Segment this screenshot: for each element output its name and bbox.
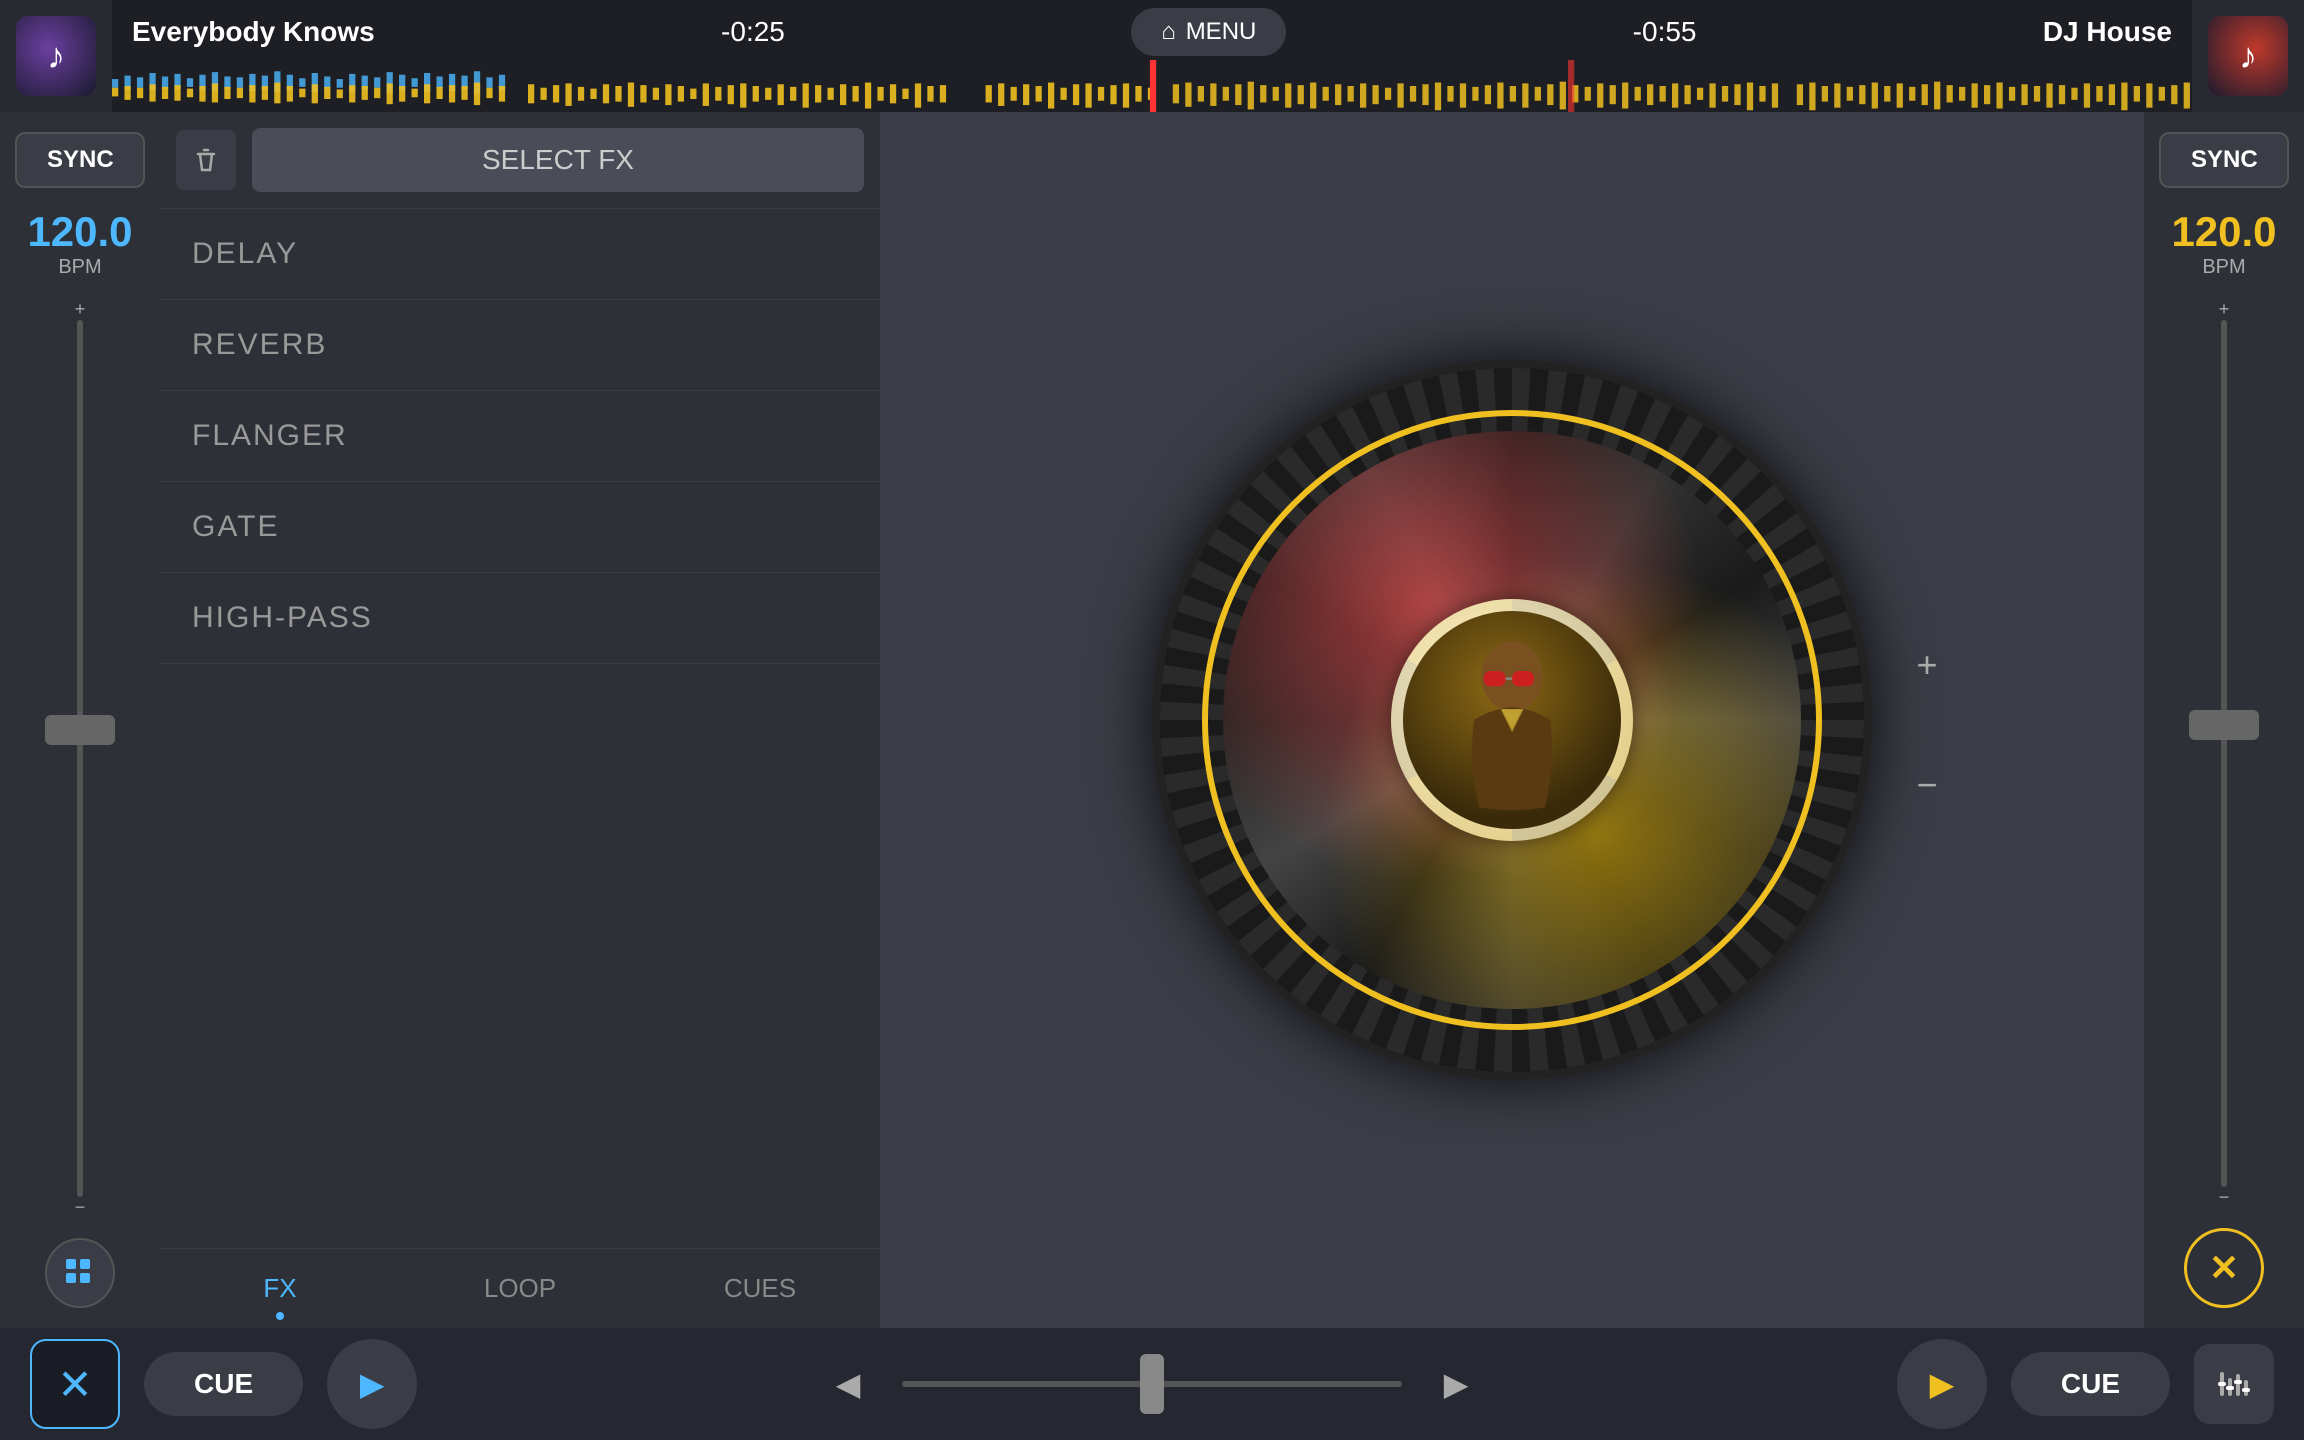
waveform-section: Everybody Knows -0:25 ⌂ MENU -0:55 DJ Ho… [112, 0, 2192, 112]
right-play-icon: ▶ [1930, 1365, 1955, 1403]
turntable-minus-button[interactable]: − [1902, 760, 1952, 810]
left-slider-track[interactable] [77, 320, 83, 1197]
fx-panel: SELECT FX DELAY REVERB FLANGER GATE HIGH… [160, 112, 880, 1328]
right-album-art: ♪ [2192, 0, 2304, 112]
tab-cues[interactable]: CUES [640, 1249, 880, 1328]
artist-silhouette-icon [1403, 611, 1621, 829]
fx-item-flanger[interactable]: FLANGER [160, 391, 880, 482]
left-sync-button[interactable]: SYNC [15, 132, 145, 188]
equalizer-button[interactable] [2194, 1344, 2274, 1424]
tab-fx[interactable]: FX [160, 1249, 400, 1328]
close-x-icon: ✕ [57, 1360, 92, 1409]
left-album-art: ♪ [0, 0, 112, 112]
equalizer-icon [2214, 1364, 2254, 1404]
x-icon: ✕ [2209, 1247, 2239, 1289]
left-bpm-label: BPM [27, 256, 132, 279]
right-close-circle-button[interactable]: ✕ [2184, 1228, 2264, 1308]
fx-delete-button[interactable] [176, 130, 236, 190]
right-music-note-icon: ♪ [2239, 35, 2257, 77]
left-grid-button[interactable] [45, 1238, 115, 1308]
turntable-plus-button[interactable]: + [1902, 640, 1952, 690]
right-play-button[interactable]: ▶ [1897, 1339, 1987, 1429]
next-icon: ▶ [1444, 1365, 1469, 1403]
right-pitch-slider[interactable]: + − [2194, 299, 2254, 1208]
fx-item-delay[interactable]: DELAY [160, 209, 880, 300]
left-track-title: Everybody Knows [132, 16, 375, 48]
left-music-note-icon: ♪ [47, 35, 65, 77]
turntable[interactable] [1152, 360, 1872, 1080]
right-slider-bottom-label: − [2219, 1187, 2230, 1208]
left-album-icon: ♪ [16, 16, 96, 96]
left-waveform[interactable] [112, 60, 2192, 112]
grid-icon [62, 1255, 98, 1291]
prev-icon: ◀ [836, 1365, 861, 1403]
fx-select-button[interactable]: SELECT FX [252, 128, 864, 192]
crossfader-track[interactable] [902, 1381, 1402, 1387]
left-slider-top-label: + [75, 299, 86, 320]
menu-label: MENU [1186, 18, 1257, 46]
left-bpm-value: 120.0 [27, 208, 132, 256]
left-slider-bottom-label: − [75, 1197, 86, 1218]
right-panel: SYNC 120.0 BPM + − ✕ [2144, 112, 2304, 1328]
crossfader[interactable] [902, 1381, 1402, 1387]
left-slider-thumb[interactable] [45, 715, 115, 745]
bottom-controls-bar: ✕ CUE ▶ ◀ ▶ ▶ CUE [0, 1328, 2304, 1440]
center-area: + − [880, 112, 2144, 1328]
right-cue-button[interactable]: CUE [2011, 1352, 2170, 1416]
crossfader-thumb[interactable] [1140, 1354, 1164, 1414]
next-track-button[interactable]: ▶ [1426, 1354, 1486, 1414]
bottom-left-controls: ✕ CUE ▶ [30, 1339, 417, 1429]
right-track-title: DJ House [2043, 16, 2172, 48]
left-close-button[interactable]: ✕ [30, 1339, 120, 1429]
turntable-artist-image [1403, 611, 1621, 829]
right-bpm-value: 120.0 [2171, 208, 2276, 256]
left-panel: SYNC 120.0 BPM + − [0, 112, 160, 1328]
waveform-container[interactable] [112, 60, 2192, 112]
top-waveform-bar: ♪ Everybody Knows -0:25 ⌂ MENU -0:55 DJ … [0, 0, 2304, 112]
left-bpm-display: 120.0 BPM [27, 208, 132, 279]
left-cue-button[interactable]: CUE [144, 1352, 303, 1416]
menu-button[interactable]: ⌂ MENU [1131, 8, 1286, 56]
right-track-time: -0:55 [1633, 16, 1697, 48]
bottom-right-controls: ▶ CUE [1897, 1339, 2274, 1429]
right-slider-track[interactable] [2221, 320, 2227, 1187]
fx-list: DELAY REVERB FLANGER GATE HIGH-PASS [160, 209, 880, 1248]
left-track-time: -0:25 [721, 16, 785, 48]
left-play-button[interactable]: ▶ [327, 1339, 417, 1429]
right-slider-thumb[interactable] [2189, 710, 2259, 740]
fx-item-gate[interactable]: GATE [160, 482, 880, 573]
fx-item-reverb[interactable]: REVERB [160, 300, 880, 391]
tab-loop[interactable]: LOOP [400, 1249, 640, 1328]
home-icon: ⌂ [1161, 18, 1176, 46]
left-play-icon: ▶ [360, 1365, 385, 1403]
right-album-icon: ♪ [2208, 16, 2288, 96]
prev-track-button[interactable]: ◀ [818, 1354, 878, 1414]
fx-header: SELECT FX [160, 112, 880, 209]
fx-item-highpass[interactable]: HIGH-PASS [160, 573, 880, 664]
turntable-label [1391, 599, 1633, 841]
trash-icon [190, 144, 222, 176]
main-area: SYNC 120.0 BPM + − [0, 112, 2304, 1328]
turntable-container[interactable]: + − [1152, 360, 1872, 1080]
right-bpm-label: BPM [2171, 256, 2276, 279]
right-slider-top-label: + [2219, 299, 2230, 320]
left-pitch-slider[interactable]: + − [50, 299, 110, 1218]
turntable-vinyl [1223, 431, 1800, 1008]
right-sync-button[interactable]: SYNC [2159, 132, 2289, 188]
right-bpm-display: 120.0 BPM [2171, 208, 2276, 279]
bottom-center-controls: ◀ ▶ [818, 1354, 1486, 1414]
track-info-row: Everybody Knows -0:25 ⌂ MENU -0:55 DJ Ho… [112, 0, 2192, 60]
fx-tabs: FX LOOP CUES [160, 1248, 880, 1328]
